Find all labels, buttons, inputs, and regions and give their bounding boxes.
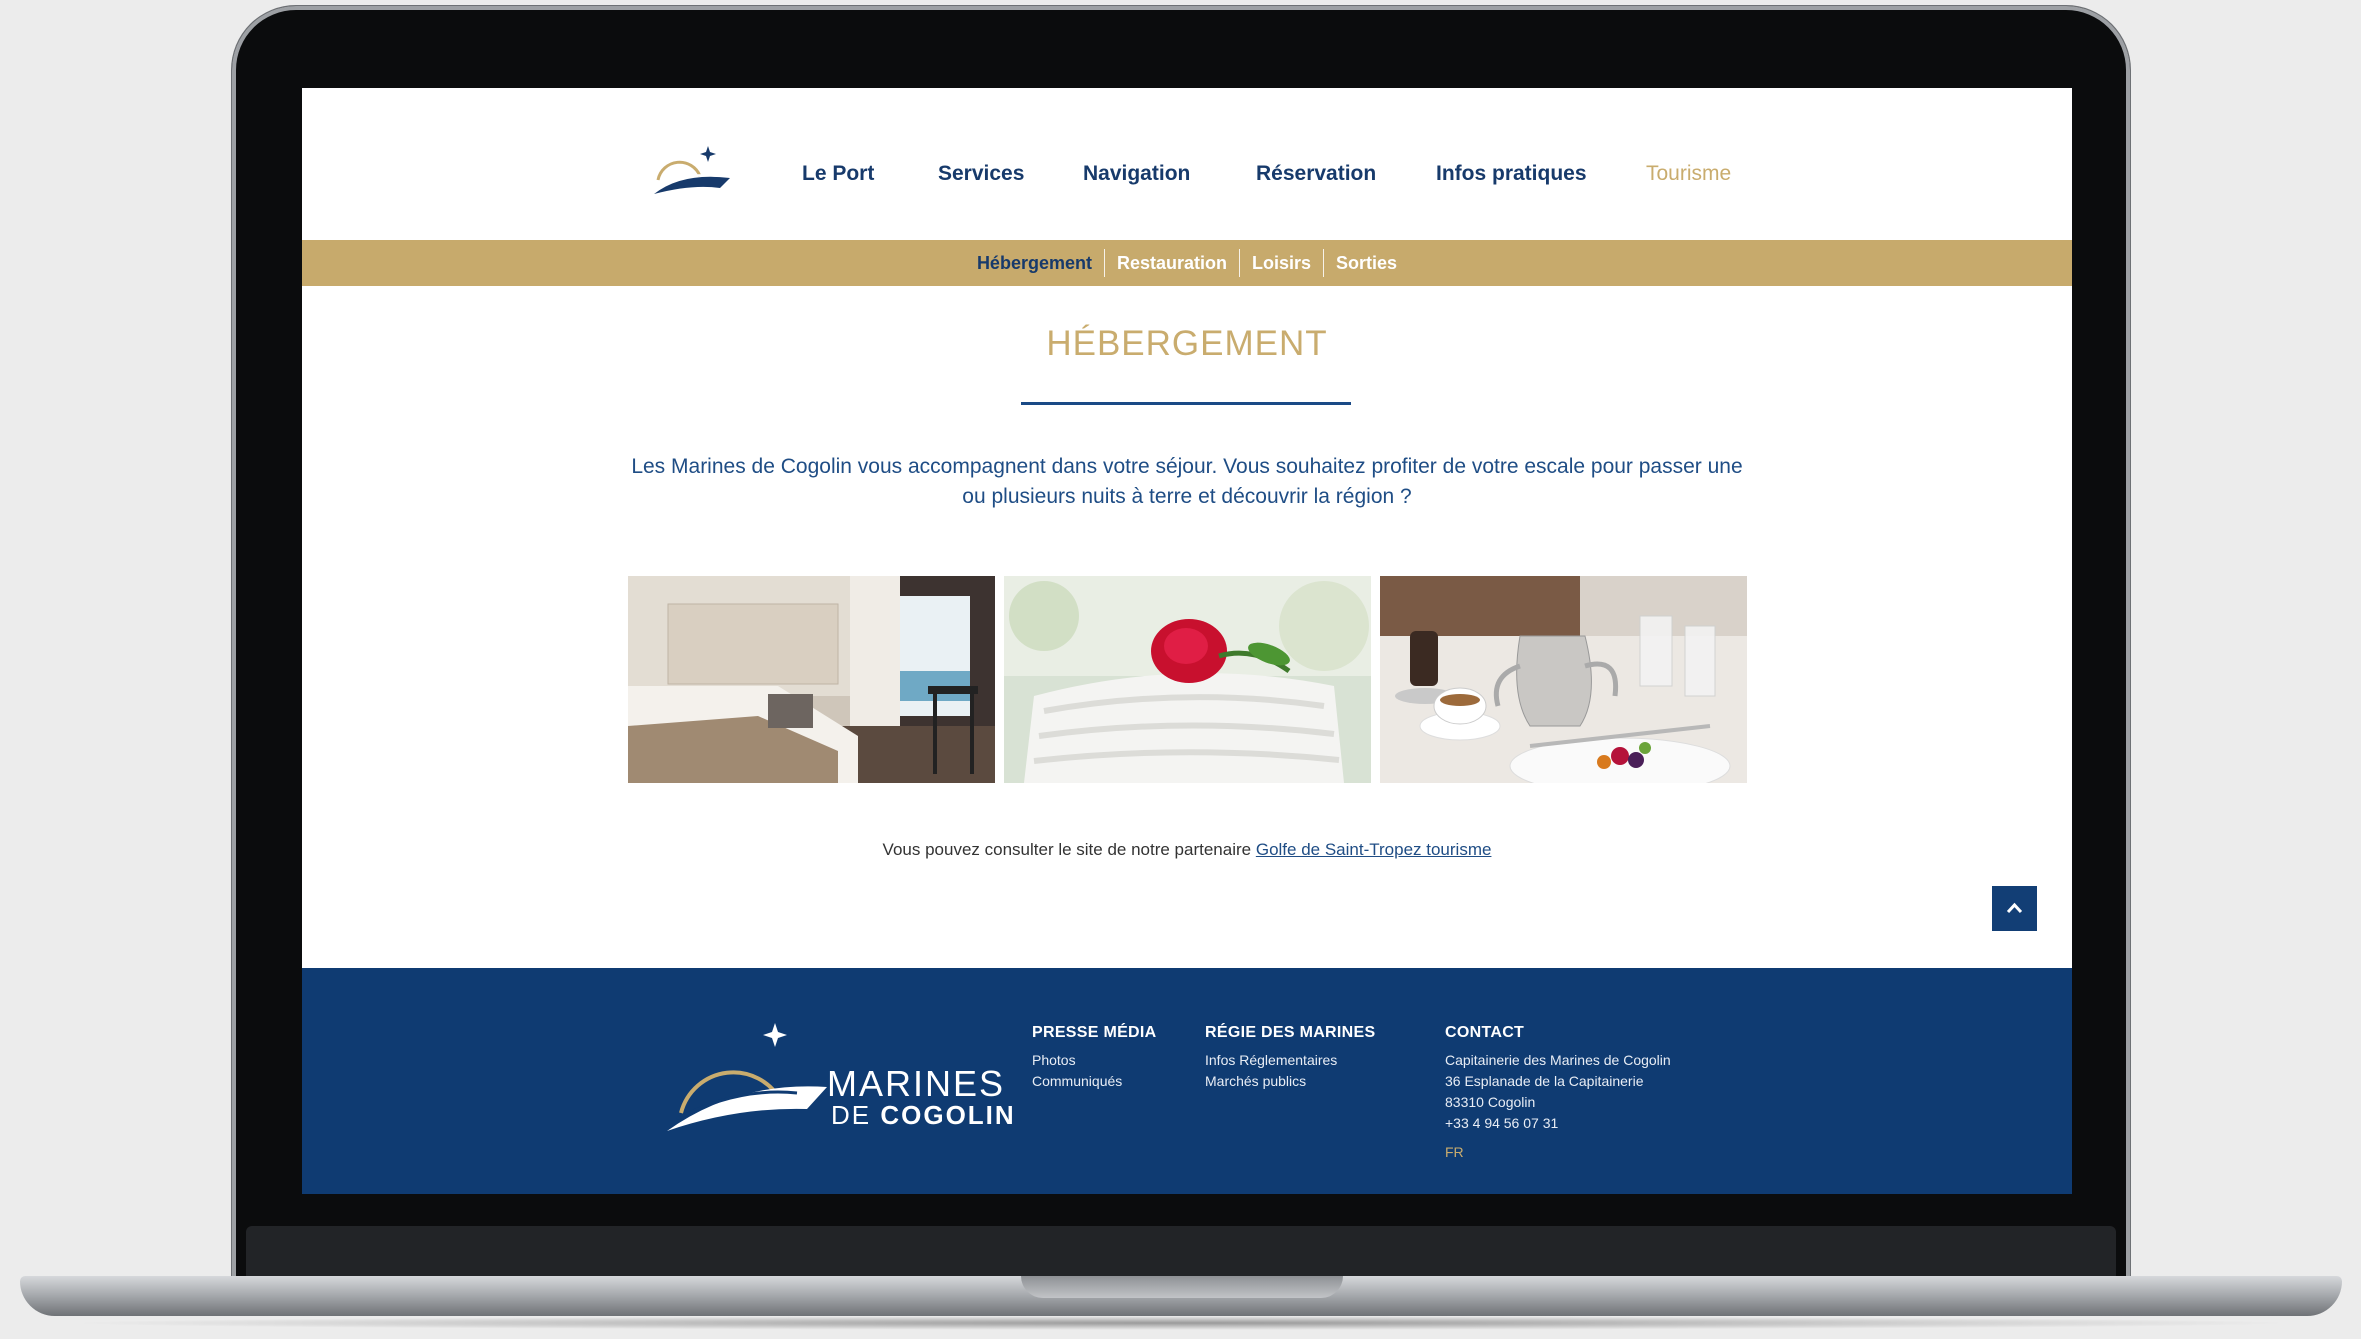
laptop-notch [1021, 1276, 1343, 1298]
footer-link-communiques[interactable]: Communiqués [1032, 1071, 1157, 1092]
site-header: Le Port Services Navigation Réservation … [302, 88, 2072, 240]
partner-link[interactable]: Golfe de Saint-Tropez tourisme [1256, 840, 1492, 859]
photo-gallery [628, 576, 1748, 783]
footer-contact-heading: CONTACT [1445, 1024, 1525, 1041]
footer-brand-line1: MARINES [827, 1063, 1006, 1104]
laptop-shadow [60, 1316, 2302, 1330]
towels-rose-photo[interactable] [1004, 576, 1371, 783]
footer-brand-de: DE [831, 1100, 881, 1130]
nav-navigation[interactable]: Navigation [1083, 162, 1190, 186]
partner-text: Vous pouvez consulter le site de notre p… [302, 840, 2072, 860]
footer-press-column: PRESSE MÉDIA Photos Communiqués [1032, 1024, 1157, 1092]
subnav-hebergement[interactable]: Hébergement [965, 249, 1104, 277]
scroll-to-top-button[interactable] [1992, 886, 2037, 931]
subnav-sorties[interactable]: Sorties [1323, 249, 1409, 277]
chevron-up-icon [2006, 902, 2023, 914]
nav-tourisme[interactable]: Tourisme [1646, 162, 1731, 186]
footer-regie-heading: RÉGIE DES MARINES [1205, 1024, 1376, 1041]
sub-nav-bar: Hébergement Restauration Loisirs Sorties [302, 240, 2072, 286]
website-screen: Le Port Services Navigation Réservation … [302, 88, 2072, 1194]
subnav-loisirs[interactable]: Loisirs [1239, 249, 1323, 277]
footer-link-photos[interactable]: Photos [1032, 1050, 1157, 1071]
nav-services[interactable]: Services [938, 162, 1024, 186]
footer-press-heading: PRESSE MÉDIA [1032, 1024, 1157, 1041]
contact-line-city: 83310 Cogolin [1445, 1094, 1536, 1110]
main-nav: Le Port Services Navigation Réservation … [302, 162, 2072, 192]
footer-brand-cogolin: COGOLIN [880, 1100, 1016, 1130]
contact-line-address: 36 Esplanade de la Capitainerie [1445, 1073, 1644, 1089]
footer-contact-column: CONTACT Capitainerie des Marines de Cogo… [1445, 1024, 1671, 1160]
language-selector[interactable]: FR [1445, 1144, 1671, 1160]
hotel-room-photo[interactable] [628, 576, 995, 783]
nav-infos-pratiques[interactable]: Infos pratiques [1436, 162, 1587, 186]
contact-line-name: Capitainerie des Marines de Cogolin [1445, 1052, 1671, 1068]
nav-le-port[interactable]: Le Port [802, 162, 874, 186]
footer-link-marches-publics[interactable]: Marchés publics [1205, 1071, 1375, 1092]
partner-label: Vous pouvez consulter le site de notre p… [882, 840, 1256, 859]
site-footer: MARINES DE COGOLIN PRESSE MÉDIA Photos C… [302, 968, 2072, 1194]
laptop-bezel-bottom [246, 1226, 2116, 1278]
footer-link-infos-reglementaires[interactable]: Infos Réglementaires [1205, 1050, 1375, 1071]
intro-text: Les Marines de Cogolin vous accompagnent… [631, 455, 1743, 508]
page-title: HÉBERGEMENT [1046, 324, 1328, 363]
footer-regie-column: RÉGIE DES MARINES Infos Réglementaires M… [1205, 1024, 1375, 1092]
contact-line-phone[interactable]: +33 4 94 56 07 31 [1445, 1113, 1671, 1134]
footer-brand-line2: DE COGOLIN [831, 1100, 1016, 1131]
subnav-restauration[interactable]: Restauration [1103, 249, 1239, 277]
nav-reservation[interactable]: Réservation [1256, 162, 1376, 186]
title-underline [1021, 402, 1351, 405]
sub-nav: Hébergement Restauration Loisirs Sorties [302, 240, 2072, 286]
breakfast-table-photo[interactable] [1380, 576, 1747, 783]
